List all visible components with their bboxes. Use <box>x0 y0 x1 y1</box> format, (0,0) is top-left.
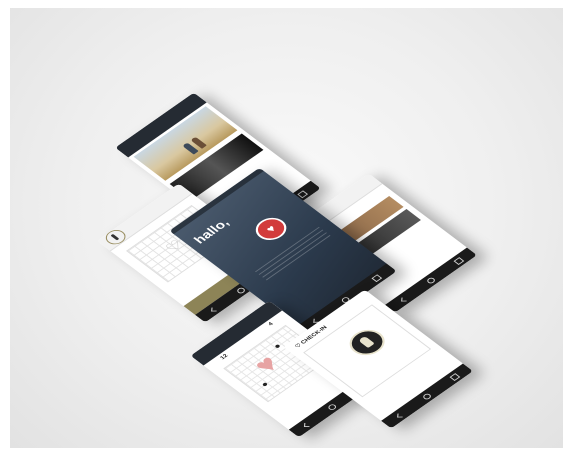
stat-value: 12 <box>219 353 230 361</box>
home-icon[interactable] <box>424 276 436 285</box>
recent-apps-icon[interactable] <box>452 257 464 265</box>
recent-apps-icon[interactable] <box>448 373 460 381</box>
home-icon[interactable] <box>326 402 338 411</box>
grid-dot <box>274 344 281 349</box>
stressed-person-icon <box>342 324 392 361</box>
back-icon[interactable] <box>303 422 310 427</box>
recent-apps-icon[interactable] <box>370 274 382 282</box>
heart-icon: ♥ <box>263 223 280 235</box>
android-nav-bar <box>385 247 478 313</box>
presentation-canvas: ♡ hallo, ♥ 12 4 ♥ ♡ CHECK-IN <box>10 8 563 448</box>
heart-icon: ♥ <box>247 350 286 379</box>
stat-value <box>246 339 250 342</box>
heart-button[interactable]: ♥ <box>249 213 293 245</box>
home-icon[interactable] <box>420 392 432 401</box>
back-icon[interactable] <box>210 307 217 312</box>
grid-dot <box>261 382 269 387</box>
back-icon[interactable] <box>396 413 403 418</box>
back-icon[interactable] <box>400 297 407 302</box>
stat-value: 4 <box>267 321 275 328</box>
